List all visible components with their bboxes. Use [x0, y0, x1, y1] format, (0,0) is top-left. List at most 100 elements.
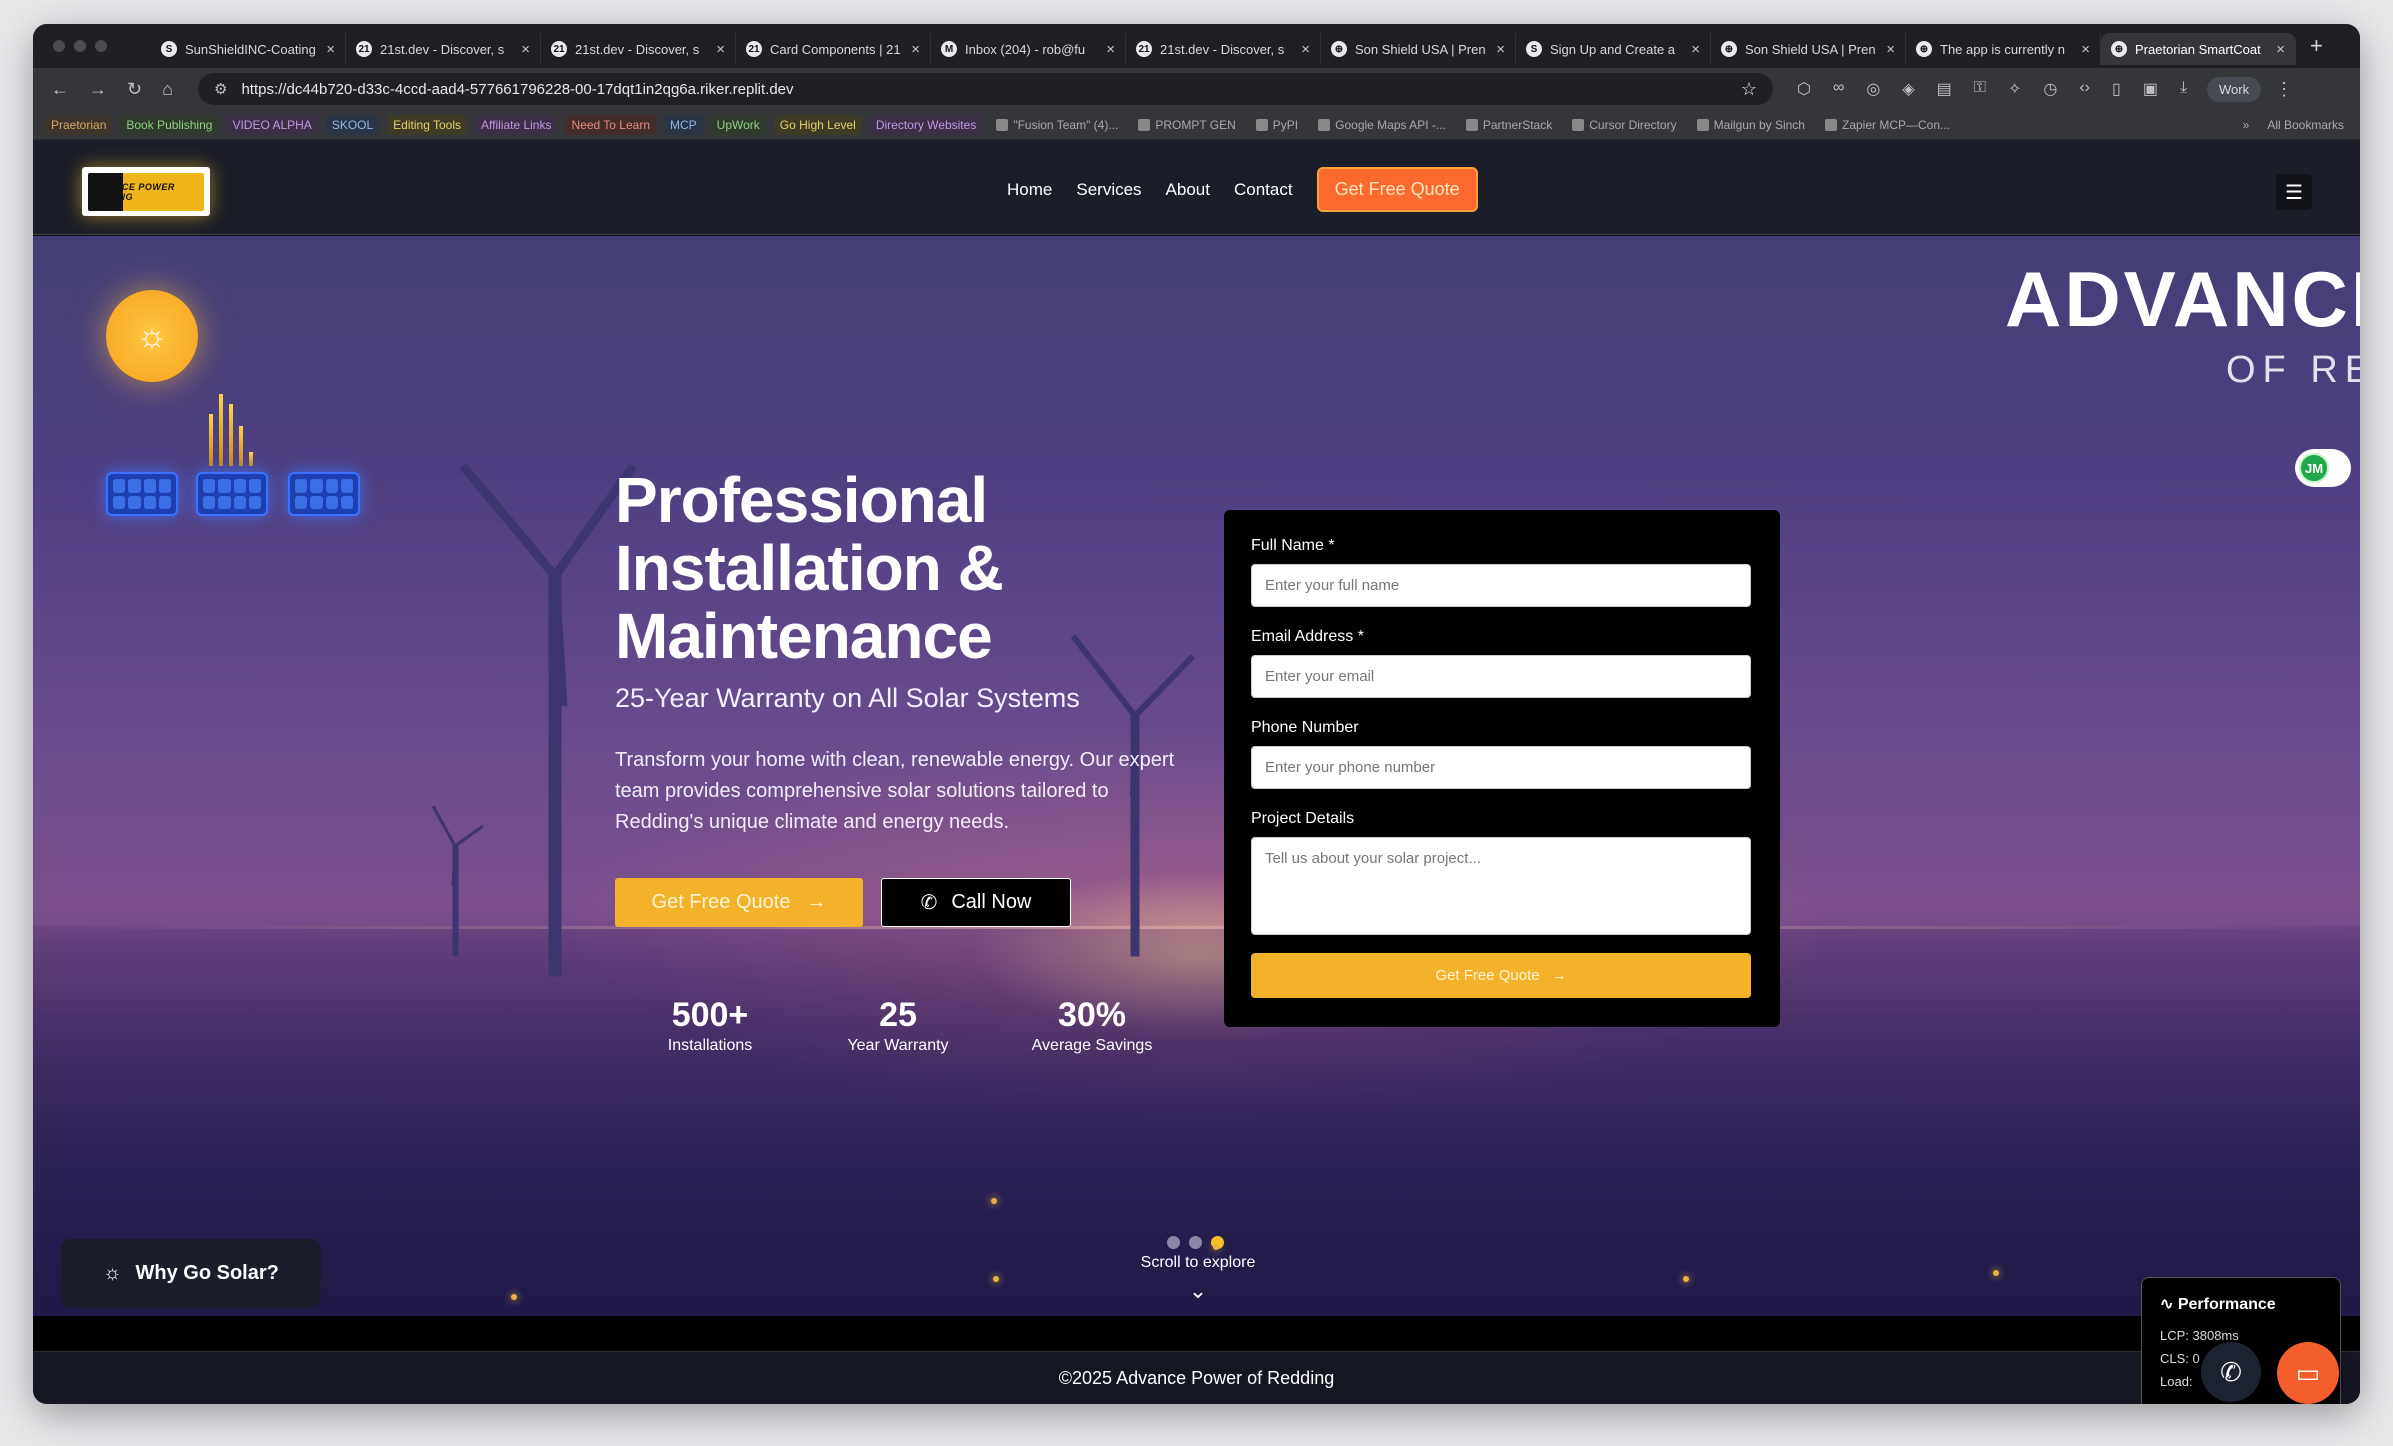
key-icon[interactable]: ⚿	[1974, 79, 1986, 99]
bookmark-item[interactable]: UpWork	[710, 114, 766, 135]
hero-quote-button[interactable]: Get Free Quote →	[615, 878, 863, 927]
browser-tab[interactable]: ⊕ The app is currently n ×	[1906, 33, 2101, 65]
nav-about[interactable]: About	[1166, 180, 1210, 200]
browser-tab[interactable]: 21 21st.dev - Discover, s ×	[346, 33, 541, 65]
back-icon[interactable]: ←	[51, 79, 69, 100]
close-tab-icon[interactable]: ×	[1886, 41, 1895, 58]
browser-tab[interactable]: ⊕ Son Shield USA | Pren ×	[1711, 33, 1906, 65]
bookmark-item[interactable]: Google Maps API -...	[1312, 115, 1452, 135]
form-submit-button[interactable]: Get Free Quote →	[1251, 953, 1751, 998]
close-tab-icon[interactable]: ×	[1691, 41, 1700, 58]
history-icon[interactable]: ◷	[2043, 79, 2057, 99]
stat-label: Installations	[667, 1037, 753, 1054]
bookmark-item[interactable]: Affiliate Links	[475, 114, 558, 135]
browser-tab[interactable]: 21 21st.dev - Discover, s ×	[1126, 33, 1321, 65]
scroll-hint[interactable]: Scroll to explore ⌄	[1133, 1254, 1263, 1304]
bookmark-item[interactable]: Need To Learn	[565, 114, 656, 135]
home-icon[interactable]: ⌂	[162, 79, 173, 100]
menu-kebab-icon[interactable]: ⋮	[2275, 79, 2293, 100]
phone-fab-button[interactable]: ✆	[2201, 1342, 2261, 1402]
bookmark-item[interactable]: PyPI	[1250, 115, 1304, 135]
chat-fab-button[interactable]: ▭	[2277, 1342, 2339, 1404]
tab-list: S SunShieldINC-Coating × 21 21st.dev - Disco…	[151, 24, 2296, 68]
close-tab-icon[interactable]: ×	[326, 41, 335, 58]
bookmark-label: PyPI	[1272, 117, 1299, 132]
forward-icon[interactable]: →	[89, 79, 107, 100]
bookmark-item[interactable]: Mailgun by Sinch	[1691, 115, 1811, 135]
tab-title: Card Components | 21	[770, 41, 901, 57]
reader-icon[interactable]: ▤	[1937, 79, 1952, 99]
browser-tab[interactable]: ⊕ Praetorian SmartCoat ×	[2101, 33, 2296, 65]
close-tab-icon[interactable]: ×	[2081, 41, 2090, 58]
bookmark-item[interactable]: Praetorian	[45, 114, 113, 135]
new-tab-icon[interactable]: +	[2310, 33, 2323, 59]
bookmark-item[interactable]: Book Publishing	[120, 114, 219, 135]
name-input[interactable]: Enter your full name	[1251, 564, 1751, 607]
email-input[interactable]: Enter your email	[1251, 655, 1751, 698]
sparkle-decoration	[991, 1198, 997, 1204]
link-icon[interactable]: ∞	[1833, 79, 1844, 99]
bookmark-star-icon[interactable]: ☆	[1741, 79, 1757, 100]
bookmark-item[interactable]: VIDEO ALPHA	[226, 114, 318, 135]
close-tab-icon[interactable]: ×	[911, 41, 920, 58]
trash-icon[interactable]: ▯	[2112, 79, 2121, 99]
browser-tab[interactable]: 21 Card Components | 21 ×	[736, 33, 931, 65]
nav-quote-button[interactable]: Get Free Quote	[1316, 167, 1478, 212]
close-tab-icon[interactable]: ×	[1496, 41, 1505, 58]
profile-button[interactable]: Work	[2207, 76, 2262, 102]
bookmark-item[interactable]: Zapier MCP—Con...	[1819, 115, 1956, 135]
bookmark-item[interactable]: PROMPT GEN	[1132, 115, 1241, 135]
carousel-dot[interactable]	[1189, 1236, 1202, 1249]
translate-icon[interactable]: ▣	[2143, 79, 2158, 99]
carousel-dot[interactable]	[1167, 1236, 1180, 1249]
reload-icon[interactable]: ↻	[127, 79, 142, 100]
bookmark-item[interactable]: SKOOL	[325, 114, 380, 135]
window-controls[interactable]	[33, 40, 151, 52]
bookmark-label: "Fusion Team" (4)...	[1013, 117, 1119, 132]
bookmark-item[interactable]: Editing Tools	[387, 114, 467, 135]
bookmark-item[interactable]: "Fusion Team" (4)...	[990, 115, 1124, 135]
bookmark-item[interactable]: MCP	[664, 114, 703, 135]
download-icon[interactable]: ⤓	[2180, 79, 2187, 99]
nav-home[interactable]: Home	[1007, 180, 1052, 200]
close-tab-icon[interactable]: ×	[521, 41, 530, 58]
browser-tab[interactable]: M Inbox (204) - rob@fu ×	[931, 33, 1126, 65]
call-now-button[interactable]: ✆ Call Now	[881, 878, 1071, 927]
address-bar[interactable]: ⚙ https://dc44b720-d33c-4ccd-aad4-577661…	[198, 73, 1773, 105]
phone-input[interactable]: Enter your phone number	[1251, 746, 1751, 789]
bookmark-item[interactable]: PartnerStack	[1460, 115, 1558, 135]
bookmark-item[interactable]: Go High Level	[773, 114, 862, 135]
url-text[interactable]: https://dc44b720-d33c-4ccd-aad4-57766179…	[241, 81, 1740, 98]
close-tab-icon[interactable]: ×	[1106, 41, 1115, 58]
close-tab-icon[interactable]: ×	[716, 41, 725, 58]
site-logo[interactable]: ADVANCE POWER REDDING	[82, 167, 210, 216]
camera-icon[interactable]: ◎	[1866, 79, 1880, 99]
stat-number: 500+	[671, 996, 749, 1034]
code-icon[interactable]: ‹›	[2079, 79, 2090, 99]
nav-contact[interactable]: Contact	[1234, 180, 1293, 200]
incognito-icon[interactable]: ◈	[1902, 79, 1914, 99]
all-bookmarks[interactable]: All Bookmarks	[2267, 118, 2344, 132]
why-solar-button[interactable]: ☼ Why Go Solar?	[61, 1239, 321, 1308]
browser-tab[interactable]: 21 21st.dev - Discover, s ×	[541, 33, 736, 65]
browser-tab[interactable]: ⊕ Son Shield USA | Pren ×	[1321, 33, 1516, 65]
details-label: Project Details	[1251, 810, 1355, 827]
site-info-icon[interactable]: ⚙	[214, 80, 227, 98]
chevron-down-icon: ⌄	[1188, 1278, 1208, 1303]
extension-badge[interactable]: JM	[2295, 449, 2351, 487]
browser-tab[interactable]: S Sign Up and Create a ×	[1516, 33, 1711, 65]
bookmark-label: Google Maps API -...	[1335, 117, 1446, 132]
puzzle-icon[interactable]: ✧	[2008, 79, 2021, 99]
close-tab-icon[interactable]: ×	[2276, 41, 2285, 58]
extension-icon[interactable]: ⬡	[1797, 79, 1811, 99]
more-bookmarks-icon[interactable]: »	[2243, 118, 2250, 132]
hamburger-menu-icon[interactable]: ☰	[2276, 174, 2312, 210]
bookmark-item[interactable]: Directory Websites	[869, 114, 983, 135]
details-textarea[interactable]: Tell us about your solar project...	[1251, 837, 1751, 935]
chat-bubble-icon: ▭	[2295, 1357, 2321, 1388]
browser-tab[interactable]: S SunShieldINC-Coating ×	[151, 33, 346, 65]
sparkle-decoration	[1213, 1244, 1219, 1250]
close-tab-icon[interactable]: ×	[1301, 41, 1310, 58]
bookmark-item[interactable]: Cursor Directory	[1566, 115, 1682, 135]
nav-services[interactable]: Services	[1076, 180, 1141, 200]
